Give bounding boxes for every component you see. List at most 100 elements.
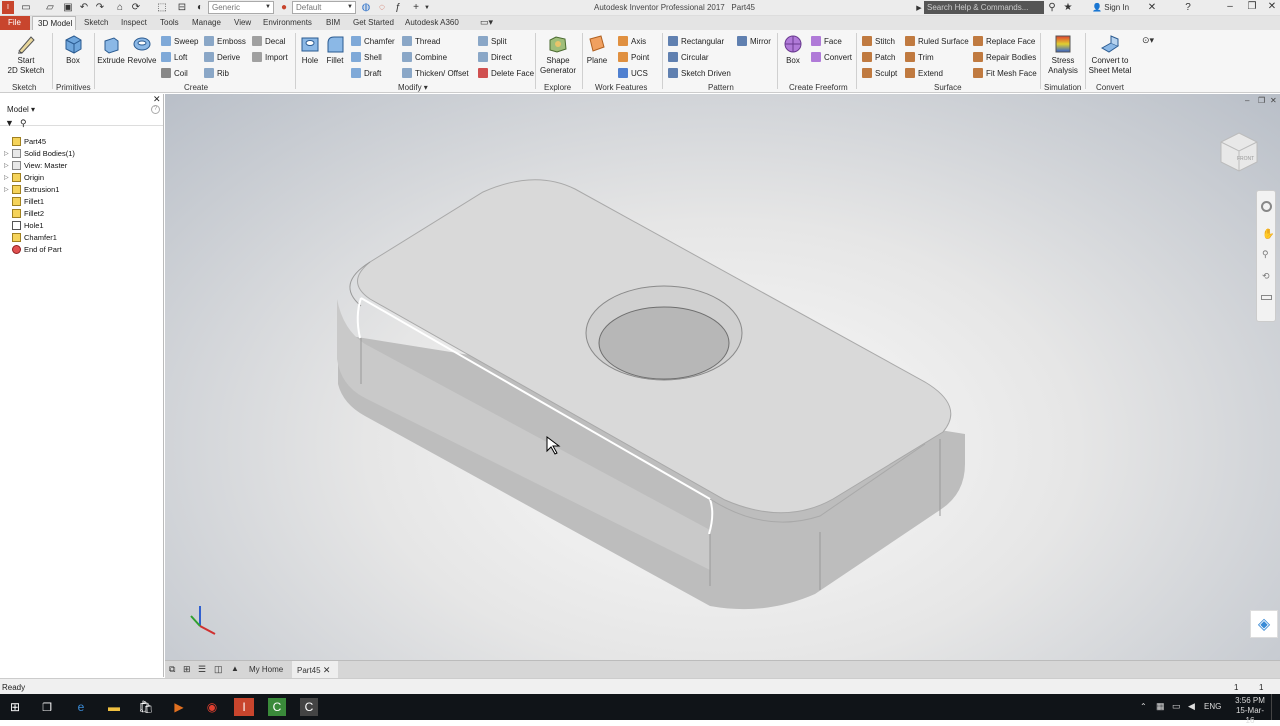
fx-icon[interactable]: ƒ [392,1,404,14]
shape-generator-button[interactable]: Shape Generator [538,33,578,76]
tree-item-hole[interactable]: Hole1 [4,221,44,230]
convert-sheet-metal-button[interactable]: Convert to Sheet Metal [1088,33,1132,76]
circular-pattern-button[interactable]: Circular [668,51,709,63]
thicken-offset-button[interactable]: Thicken/ Offset [402,67,469,79]
expand-icon[interactable]: ▷ [4,174,12,181]
expand-icon[interactable]: ▷ [4,150,12,157]
open-icon[interactable]: ▱ [44,1,56,14]
stress-analysis-button[interactable]: Stress Analysis [1044,33,1082,76]
favorites-icon[interactable]: ★ [1062,1,1074,14]
close-panel-icon[interactable]: ✕ [153,94,161,105]
rib-button[interactable]: Rib [204,67,229,79]
view-minimize-icon[interactable]: – [1245,96,1249,105]
binoculars-icon[interactable]: ⚲ [1046,1,1058,14]
freeform-convert-button[interactable]: Convert [811,51,852,63]
look-at-icon[interactable] [1261,295,1272,300]
windows-start-icon[interactable]: ⊞ [6,698,24,716]
thread-button[interactable]: Thread [402,35,440,47]
ruled-surface-button[interactable]: Ruled Surface [905,35,969,47]
expand-icon[interactable]: ▷ [4,162,12,169]
tree-item-fillet2[interactable]: Fillet2 [4,209,44,218]
tree-item-solid-bodies[interactable]: ▷ Solid Bodies(1) [4,149,75,158]
part-model[interactable] [165,94,1280,660]
clear-icon[interactable]: ◌ [376,1,388,14]
orbit-icon[interactable]: ⟲ [1262,271,1270,282]
update-icon[interactable]: ⟳ [130,1,142,14]
home-icon[interactable]: ⌂ [114,1,126,14]
split-button[interactable]: Split [478,35,507,47]
search-input[interactable]: Search Help & Commands... [924,1,1044,14]
box-primitive-button[interactable]: Box [58,33,88,66]
chrome-icon[interactable]: ◉ [203,698,221,716]
add-icon[interactable]: + [410,1,422,14]
tab-part45[interactable]: Part45 ✕ [292,661,338,678]
cascade-icon[interactable]: ◫ [214,664,223,675]
camtasia-recorder-icon[interactable]: C [300,698,318,716]
combine-button[interactable]: Combine [402,51,447,63]
view-cube[interactable]: FRONT [1215,128,1261,174]
tab-file[interactable]: File [0,16,30,30]
save-icon[interactable]: ▣ [62,1,74,14]
tree-item-part[interactable]: Part45 [4,137,46,146]
replace-face-button[interactable]: Replace Face [973,35,1035,47]
stitch-button[interactable]: Stitch [862,35,895,47]
fillet-button[interactable]: Fillet [323,33,347,66]
close-icon[interactable]: ✕ [323,665,331,675]
measure-icon[interactable]: ⊟ [176,1,188,14]
redo-icon[interactable]: ↷ [94,1,106,14]
tab-inspect[interactable]: Inspect [121,18,147,27]
chamfer-button[interactable]: Chamfer [351,35,395,47]
tab-my-home[interactable]: My Home [245,661,291,678]
point-button[interactable]: Point [618,51,649,63]
tab-manage[interactable]: Manage [192,18,221,27]
direct-button[interactable]: Direct [478,51,512,63]
tab-options-icon[interactable]: ▭▾ [480,17,493,28]
filter-icon[interactable]: ▼ [5,118,14,128]
mirror-button[interactable]: Mirror [737,35,771,47]
tree-item-extrusion[interactable]: ▷ Extrusion1 [4,185,59,194]
new-icon[interactable]: ▭ [20,1,32,14]
help-icon[interactable]: ? [1182,1,1194,14]
shell-button[interactable]: Shell [351,51,382,63]
app-menu-icon[interactable]: I [2,1,14,14]
task-view-icon[interactable]: ❐ [38,698,56,716]
language-indicator[interactable]: ENG [1204,702,1221,711]
exchange-icon[interactable]: ✕ [1146,1,1158,14]
axis-button[interactable]: Axis [618,35,646,47]
show-desktop-button[interactable] [1271,694,1280,720]
expand-icon[interactable]: ▶ [914,1,924,14]
emboss-button[interactable]: Emboss [204,35,246,47]
tab-tools[interactable]: Tools [160,18,179,27]
freeform-face-button[interactable]: Face [811,35,842,47]
panel-modify[interactable]: Modify ▾ [398,83,428,92]
tab-menu-icon[interactable]: ▲ [231,664,239,673]
derive-button[interactable]: Derive [204,51,240,63]
undo-icon[interactable]: ↶ [78,1,90,14]
select-icon[interactable]: ⬚ [156,1,168,14]
tray-volume-icon[interactable]: ◀ [1188,701,1195,712]
clock[interactable]: 3:56 PM 15-Mar-16 [1232,696,1268,726]
view-close-icon[interactable]: ✕ [1270,96,1277,105]
media-player-icon[interactable]: ▶ [170,698,188,716]
hole-bore[interactable] [598,306,730,380]
rectangular-pattern-button[interactable]: Rectangular [668,35,724,47]
coil-button[interactable]: Coil [161,67,188,79]
expand-icon[interactable]: ▷ [4,186,12,193]
draft-button[interactable]: Draft [351,67,381,79]
ucs-button[interactable]: UCS [618,67,648,79]
sign-in-link[interactable]: 👤 Sign In [1092,3,1129,12]
tree-item-chamfer[interactable]: Chamfer1 [4,233,57,242]
tray-chevron-icon[interactable]: ⌃ [1140,702,1147,711]
import-button[interactable]: Import [252,51,288,63]
inventor-taskbar-icon[interactable]: I [234,698,254,716]
patch-button[interactable]: Patch [862,51,895,63]
tray-battery-icon[interactable]: ▭ [1172,701,1181,712]
maximize-button[interactable]: ❐ [1242,1,1262,14]
zoom-icon[interactable]: ⚲ [1262,249,1269,260]
plane-button[interactable]: Plane [585,33,609,66]
graphics-window[interactable]: FRONT ✋ ⚲ ⟲ – ❐ ✕ ◈ [165,94,1280,660]
appearance-select[interactable]: Default ▼ [292,1,356,14]
start-2d-sketch-button[interactable]: Start 2D Sketch [6,33,46,76]
tile-vertical-icon[interactable]: ⧉ [169,664,175,675]
loft-button[interactable]: Loft [161,51,187,63]
